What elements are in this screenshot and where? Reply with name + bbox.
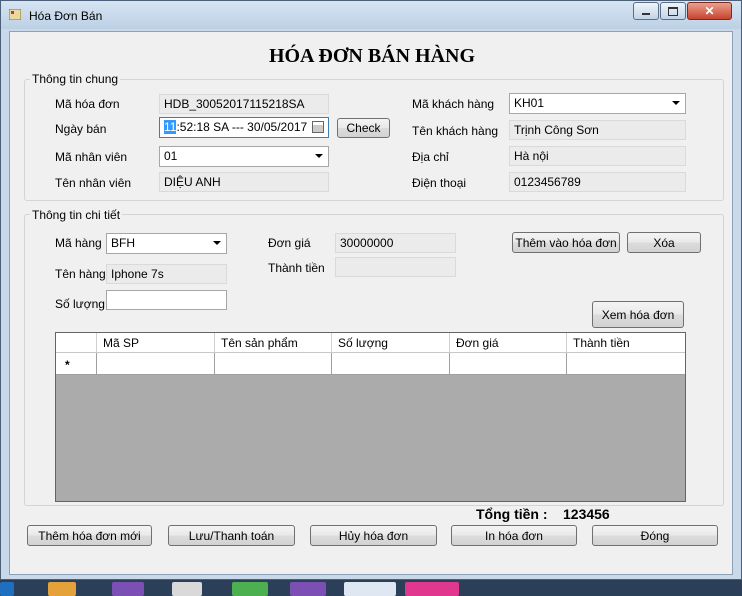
close-window-button[interactable]: ✕ <box>687 2 732 20</box>
product-id-value: BFH <box>111 236 135 250</box>
sale-date-hour: 11 <box>164 120 177 134</box>
cancel-invoice-button[interactable]: Hủy hóa đơn <box>310 525 437 546</box>
table-cell[interactable] <box>450 353 567 375</box>
column-header[interactable]: Số lượng <box>332 333 450 353</box>
amount-field[interactable] <box>335 257 456 277</box>
product-name-label: Tên hàng <box>55 267 106 281</box>
column-header[interactable]: Đơn giá <box>450 333 567 353</box>
maximize-icon <box>668 6 678 16</box>
total-label: Tổng tiền : <box>476 506 548 522</box>
product-id-dropdown[interactable]: BFH <box>106 233 227 254</box>
table-cell[interactable] <box>332 353 450 375</box>
product-id-label: Mã hàng <box>55 236 102 250</box>
taskbar-app-icon[interactable] <box>232 582 268 596</box>
quantity-label: Số lượng <box>55 297 105 311</box>
maximize-button[interactable] <box>660 2 686 20</box>
table-cell[interactable] <box>97 353 215 375</box>
product-name-field[interactable]: Iphone 7s <box>106 264 227 284</box>
new-row-marker[interactable]: * <box>56 353 97 375</box>
delete-button[interactable]: Xóa <box>627 232 701 253</box>
sale-date-picker[interactable]: 11:52:18 SA --- 30/05/2017 <box>159 117 329 138</box>
employee-id-value: 01 <box>164 149 178 163</box>
taskbar-app-icon[interactable] <box>112 582 144 596</box>
save-pay-button[interactable]: Lưu/Thanh toán <box>168 525 295 546</box>
employee-id-label: Mã nhân viên <box>55 150 128 164</box>
calendar-icon[interactable] <box>312 121 324 133</box>
employee-id-dropdown[interactable]: 01 <box>159 146 329 167</box>
customer-id-dropdown[interactable]: KH01 <box>509 93 686 114</box>
taskbar-app-icon[interactable] <box>48 582 76 596</box>
chevron-down-icon <box>315 154 323 158</box>
employee-name-field[interactable]: DIỆU ANH <box>159 172 329 192</box>
table-cell[interactable] <box>567 353 685 375</box>
detail-info-label: Thông tin chi tiết <box>30 208 123 222</box>
employee-name-label: Tên nhân viên <box>55 176 132 190</box>
unit-price-label: Đơn giá <box>268 236 311 250</box>
taskbar-app-icon[interactable] <box>405 582 459 596</box>
print-invoice-button[interactable]: In hóa đơn <box>451 525 577 546</box>
window-title: Hóa Đơn Bán <box>29 9 103 23</box>
general-info-label: Thông tin chung <box>30 72 121 86</box>
taskbar-word-icon[interactable] <box>344 582 396 596</box>
title-bar[interactable]: Hóa Đơn Bán ✕ <box>1 1 741 29</box>
close-button[interactable]: Đóng <box>592 525 718 546</box>
unit-price-field[interactable]: 30000000 <box>335 233 456 253</box>
address-label: Địa chỉ <box>412 150 449 164</box>
app-icon <box>9 9 21 20</box>
customer-id-label: Mã khách hàng <box>412 97 495 111</box>
quantity-input[interactable] <box>106 290 227 310</box>
minimize-icon <box>642 13 650 15</box>
table-cell[interactable] <box>215 353 332 375</box>
column-header[interactable]: Thành tiền <box>567 333 685 353</box>
form-body: HÓA ĐƠN BÁN HÀNG Thông tin chung Mã hóa … <box>9 31 733 575</box>
address-field[interactable]: Hà nội <box>509 146 686 166</box>
amount-label: Thành tiền <box>268 261 325 275</box>
page-title: HÓA ĐƠN BÁN HÀNG <box>268 45 476 67</box>
column-header[interactable]: Mã SP <box>97 333 215 353</box>
taskbar-app-icon[interactable] <box>290 582 326 596</box>
customer-id-value: KH01 <box>514 96 545 110</box>
check-button[interactable]: Check <box>337 118 390 138</box>
new-invoice-button[interactable]: Thêm hóa đơn mới <box>27 525 152 546</box>
taskbar-app-icon[interactable] <box>172 582 202 596</box>
customer-name-label: Tên khách hàng <box>412 124 499 138</box>
add-to-invoice-button[interactable]: Thêm vào hóa đơn <box>512 232 620 253</box>
start-button[interactable] <box>0 582 14 596</box>
chevron-down-icon <box>213 241 221 245</box>
sale-date-value: :52:18 SA --- 30/05/2017 <box>176 120 308 134</box>
minimize-button[interactable] <box>633 2 659 20</box>
invoice-id-label: Mã hóa đơn <box>55 97 120 111</box>
total-value: 123456 <box>563 506 610 522</box>
column-header[interactable]: Tên sản phẩm <box>215 333 332 353</box>
customer-name-field[interactable]: Trịnh Công Sơn <box>509 120 686 140</box>
phone-field[interactable]: 0123456789 <box>509 172 686 192</box>
taskbar <box>0 580 742 596</box>
close-icon: ✕ <box>704 4 715 18</box>
invoice-grid[interactable]: Mã SP Tên sản phẩm Số lượng Đơn giá Thàn… <box>55 332 686 502</box>
invoice-id-field[interactable]: HDB_30052017115218SA <box>159 94 329 114</box>
phone-label: Điện thoại <box>412 176 467 190</box>
app-window: Hóa Đơn Bán ✕ HÓA ĐƠN BÁN HÀNG Thông tin… <box>0 0 742 580</box>
view-invoice-button[interactable]: Xem hóa đơn <box>592 301 684 328</box>
grid-corner-header <box>56 333 97 353</box>
chevron-down-icon <box>672 101 680 105</box>
sale-date-label: Ngày bán <box>55 122 107 136</box>
